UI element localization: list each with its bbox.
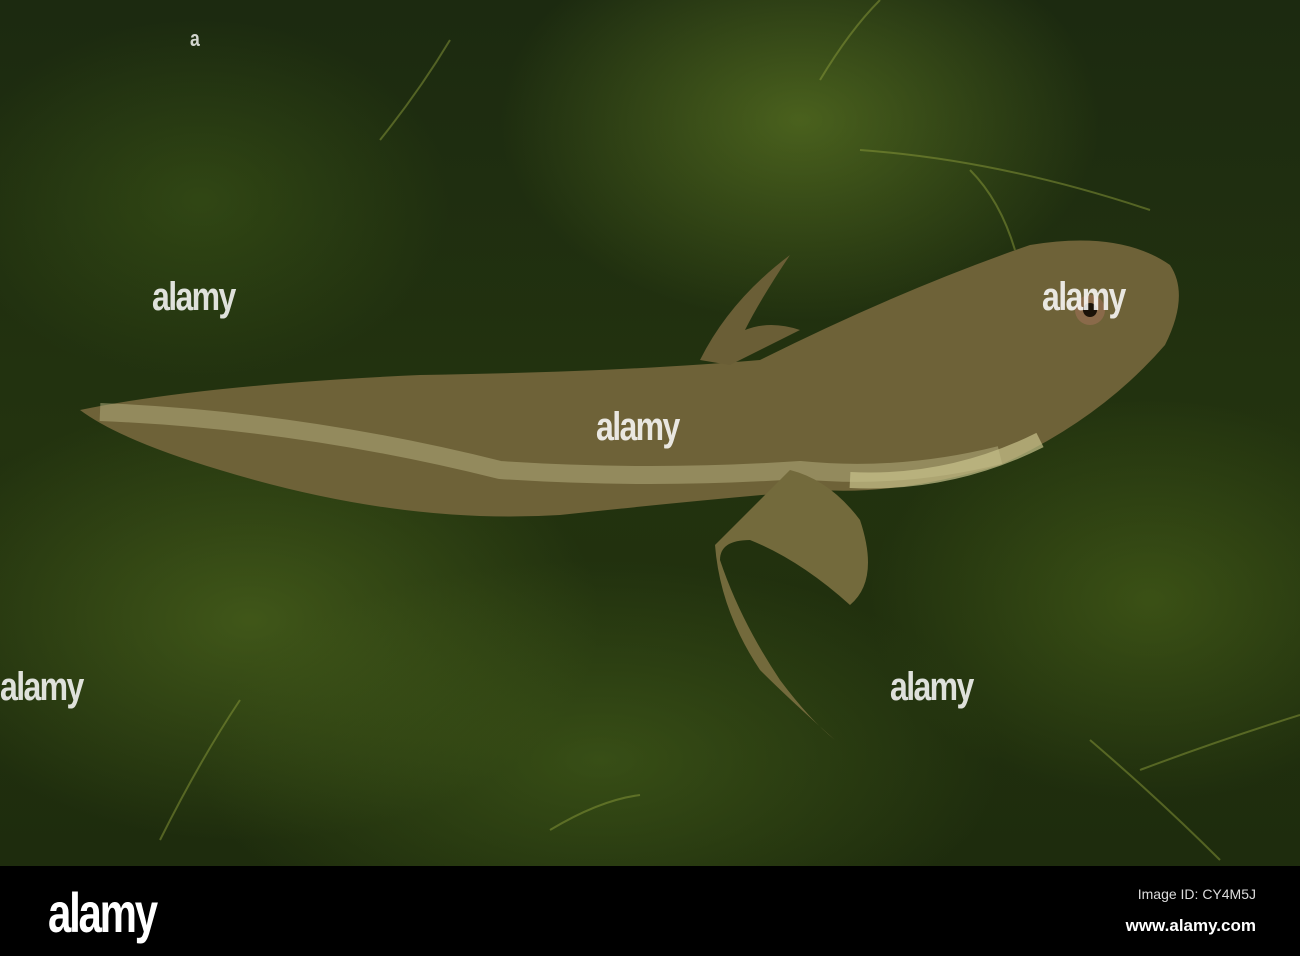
stock-photo: a alamy alamy alamy alamy alamy alamy Im… [0, 0, 1300, 956]
watermark: alamy [1042, 275, 1126, 319]
tadpole-photo: a alamy alamy alamy alamy alamy [0, 0, 1300, 866]
watermark-icon: a [190, 26, 200, 51]
footer-bar: alamy Image ID: CY4M5J www.alamy.com [0, 866, 1300, 956]
image-id: Image ID: CY4M5J [1137, 886, 1256, 902]
alamy-logo: alamy [48, 881, 158, 944]
watermark: alamy [0, 665, 84, 709]
watermark: alamy [152, 275, 236, 319]
watermark: alamy [596, 405, 680, 449]
site-url: www.alamy.com [1125, 916, 1256, 935]
watermark: alamy [890, 665, 974, 709]
tadpole [80, 240, 1179, 740]
